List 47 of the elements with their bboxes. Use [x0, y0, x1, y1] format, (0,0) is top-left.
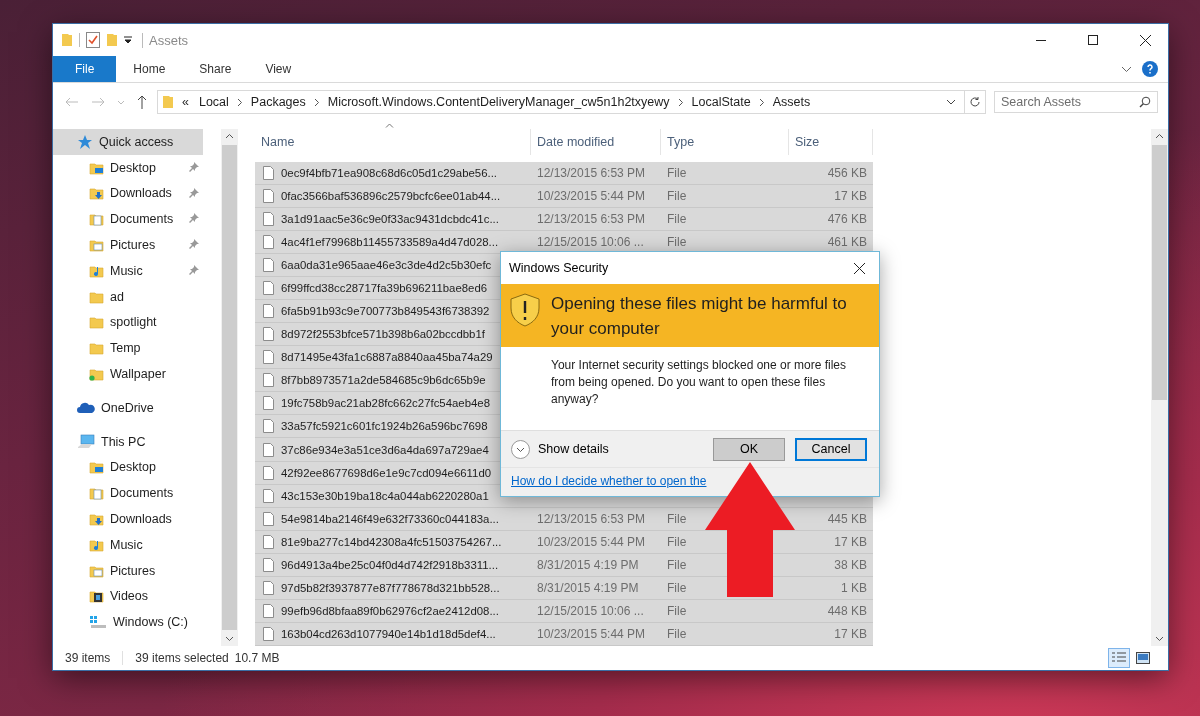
- date-cell-text: 10/23/2015 5:44 PM: [536, 188, 647, 203]
- type-cell-text: File: [666, 627, 688, 641]
- date-cell-text: 12/15/2015 10:06 ...: [536, 603, 645, 618]
- dialog-title: Windows Security: [509, 261, 610, 275]
- size-cell-text: 1 KB: [840, 580, 868, 595]
- item-count: 39 items: [65, 651, 111, 665]
- size-cell-text: 17 KB: [833, 534, 868, 549]
- size-cell-text: 461 KB: [826, 234, 868, 249]
- window-title: Assets: [142, 32, 188, 48]
- file-name: 54e9814ba2146f49e632f73360c044183a...: [255, 511, 531, 526]
- date-cell-text: 12/15/2015 10:06 ...: [536, 234, 645, 249]
- file-name: 96d4913a4be25c04f0d4d742f2918b3311...: [255, 557, 531, 572]
- file-name: 4ac4f1ef79968b11455733589a4d47d028...: [255, 234, 531, 249]
- size-cell-text: 38 KB: [833, 557, 868, 572]
- date-cell-text: 12/13/2015 6:53 PM: [536, 165, 647, 180]
- date-cell-text: 10/23/2015 5:44 PM: [536, 627, 647, 641]
- file-name: 3a1d91aac5e36c9e0f33ac9431dcbdc41c...: [255, 211, 531, 226]
- file-name: 0ec9f4bfb71ea908c68d6c05d1c29abe56...: [255, 165, 531, 180]
- date-cell-text: 12/13/2015 6:53 PM: [536, 511, 647, 526]
- type-cell-text: File: [666, 511, 688, 526]
- dialog-message: Your Internet security settings blocked one or more files from being opened. Do you want to open these files anyway?: [551, 357, 848, 408]
- selection-count: 39 items selected: [135, 651, 229, 665]
- file-name: 81e9ba277c14bd42308a4fc51503754267...: [255, 534, 531, 549]
- size-cell-text: 456 KB: [826, 165, 868, 180]
- size-cell-text: 17 KB: [833, 627, 868, 641]
- date-cell-text: 8/31/2015 4:19 PM: [536, 580, 640, 595]
- type-cell-text: File: [666, 211, 688, 226]
- date-cell-text: 10/23/2015 5:44 PM: [536, 534, 647, 549]
- type-cell-text: File: [666, 603, 688, 618]
- size-cell-text: 448 KB: [826, 603, 868, 618]
- size-cell-text: 445 KB: [826, 511, 868, 526]
- type-cell-text: File: [666, 534, 688, 549]
- file-name: 99efb96d8bfaa89f0b62976cf2ae2412d08...: [255, 603, 531, 618]
- file-name: 97d5b82f3937877e87f778678d321bb528...: [255, 580, 531, 595]
- file-name: 163b04cd263d1077940e14b1d18d5def4...: [255, 627, 531, 641]
- type-cell-text: File: [666, 234, 688, 249]
- date-cell-text: 8/31/2015 4:19 PM: [536, 557, 640, 572]
- date-cell-text: 12/13/2015 6:53 PM: [536, 211, 647, 226]
- type-cell-text: File: [666, 188, 688, 203]
- type-cell-text: File: [666, 165, 688, 180]
- type-cell-text: File: [666, 580, 688, 595]
- size-cell-text: 476 KB: [826, 211, 868, 226]
- size-cell-text: 17 KB: [833, 188, 868, 203]
- dialog-heading: Opening these files might be harmful to your computer: [551, 293, 848, 340]
- type-cell-text: File: [666, 557, 688, 572]
- selection-size: 10.7 MB: [234, 651, 280, 665]
- file-name: 0fac3566baf536896c2579bcfc6ee01ab44...: [255, 188, 531, 203]
